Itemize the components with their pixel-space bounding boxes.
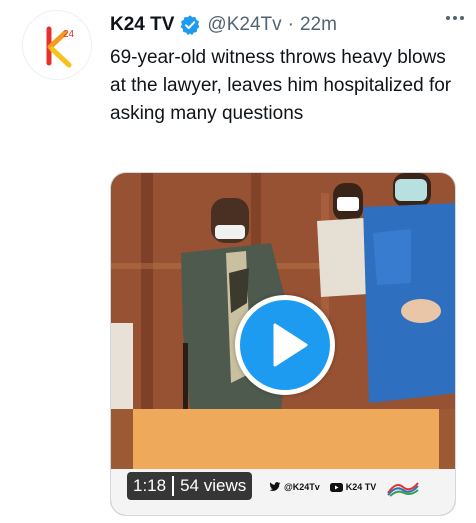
station-logo — [387, 482, 420, 497]
video-stats-badge: 1:18 54 views — [127, 472, 253, 500]
youtube-icon — [329, 482, 343, 492]
twitter-icon — [269, 482, 281, 491]
verified-badge-icon — [181, 15, 200, 36]
author-name[interactable]: K24 TV — [110, 14, 174, 36]
svg-text:24: 24 — [63, 29, 75, 40]
tweet-header: K24 TV @K24Tv · 22m — [110, 10, 464, 40]
view-count: 54 views — [180, 476, 247, 495]
twitter-watermark-text: @K24Tv — [284, 482, 320, 492]
divider — [172, 476, 175, 496]
play-button[interactable] — [235, 295, 335, 395]
k24-logo: 24 — [23, 11, 91, 79]
play-icon — [273, 323, 308, 367]
video-watermark: @K24Tv K24 TV — [269, 474, 439, 500]
video-duration: 1:18 — [133, 476, 167, 495]
tweet-text: 69-year-old witness throws heavy blows a… — [110, 47, 452, 124]
author-handle[interactable]: @K24Tv — [207, 14, 281, 36]
youtube-watermark: K24 TV — [329, 482, 377, 492]
avatar[interactable]: 24 — [22, 10, 92, 80]
video-player[interactable]: 1:18 54 views @K24Tv K24 TV — [110, 172, 456, 516]
twitter-watermark: @K24Tv — [269, 482, 320, 492]
timestamp[interactable]: 22m — [300, 14, 337, 36]
more-options-icon[interactable] — [440, 6, 470, 30]
separator-dot: · — [287, 14, 294, 35]
youtube-watermark-text: K24 TV — [345, 482, 377, 492]
